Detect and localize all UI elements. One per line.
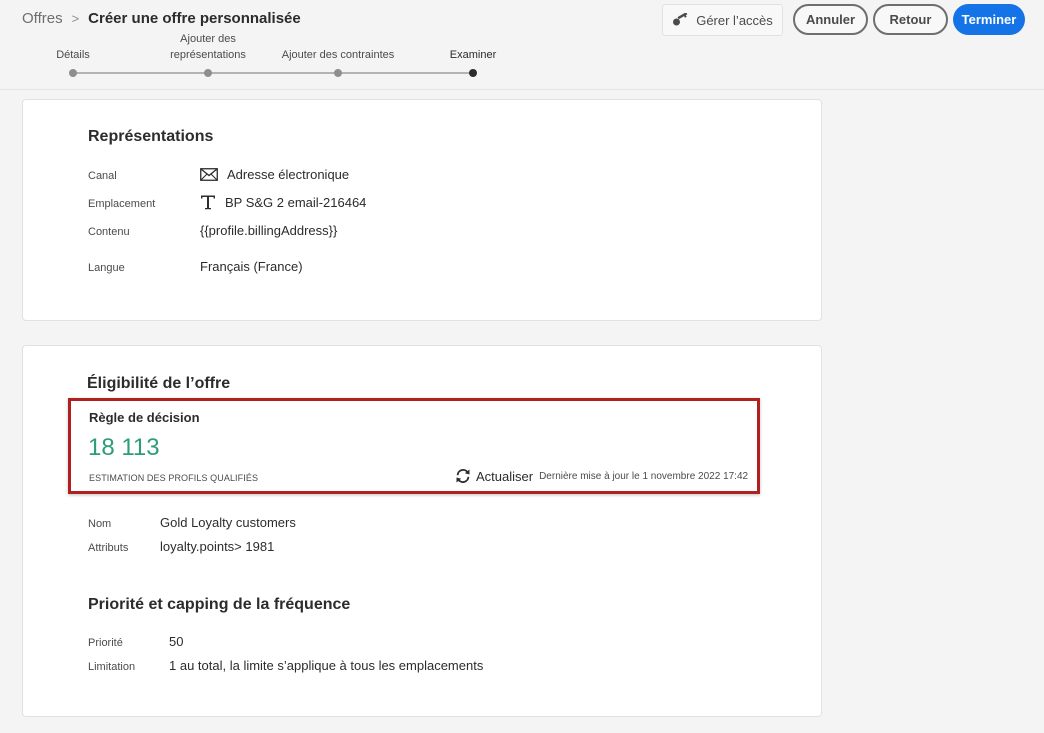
channel-text: Adresse électronique <box>227 167 350 182</box>
refresh-control: Actualiser Dernière mise à jour le 1 nov… <box>455 468 748 484</box>
step-details-label[interactable]: Détails <box>13 47 133 63</box>
channel-label: Canal <box>88 170 117 182</box>
breadcrumb: Offres > Créer une offre personnalisée <box>22 10 301 27</box>
capping-label: Limitation <box>88 661 136 673</box>
manage-access-label: Gérer l’accès <box>696 12 773 28</box>
finish-button[interactable]: Terminer <box>953 4 1025 35</box>
stepper: Détails Ajouter des représentations Ajou… <box>0 30 560 86</box>
decision-rule-title: Règle de décision <box>89 410 200 425</box>
stepper-track <box>73 72 473 74</box>
rule-name-label: Nom <box>88 518 112 530</box>
eligibility-title: Éligibilité de l’offre <box>87 375 231 392</box>
step-details-dot[interactable] <box>69 69 77 77</box>
content-label: Contenu <box>88 226 130 238</box>
breadcrumb-offres-link[interactable]: Offres <box>22 10 63 27</box>
top-bar: Offres > Créer une offre personnalisée G… <box>0 0 1044 90</box>
step-representations-line2: représentations <box>170 49 246 61</box>
content-value: {{profile.billingAddress}} <box>200 223 338 238</box>
manage-access-button[interactable]: Gérer l’accès <box>662 4 783 36</box>
placement-label: Emplacement <box>88 198 156 210</box>
placement-text: BP S&G 2 email-216464 <box>225 194 367 210</box>
key-icon <box>673 13 688 26</box>
eligibility-card: Éligibilité de l’offre Règle de décision… <box>22 345 822 717</box>
step-representations-line1: Ajouter des <box>180 33 236 45</box>
step-representations-dot[interactable] <box>204 69 212 77</box>
rule-attributes-label: Attributs <box>88 542 129 554</box>
capping-value: 1 au total, la limite s’applique à tous … <box>169 658 484 673</box>
decision-rule-panel: Règle de décision 18 113 ESTIMATION DES … <box>68 398 760 494</box>
step-constraints-label[interactable]: Ajouter des contraintes <box>278 47 398 63</box>
qualified-profiles-caption: ESTIMATION DES PROFILS QUALIFIÉS <box>89 473 259 483</box>
rule-name-value: Gold Loyalty customers <box>160 515 296 530</box>
page-title: Créer une offre personnalisée <box>88 10 301 27</box>
language-value: Français (France) <box>200 259 303 274</box>
step-representations-label[interactable]: Ajouter des représentations <box>148 31 268 63</box>
last-update-text: Dernière mise à jour le 1 novembre 2022 … <box>539 470 749 482</box>
step-review-dot[interactable] <box>469 69 477 77</box>
priority-value: 50 <box>169 634 184 649</box>
rule-attributes-value: loyalty.points> 1981 <box>160 539 275 554</box>
cancel-button[interactable]: Annuler <box>793 4 868 35</box>
step-review-label[interactable]: Examiner <box>413 47 533 63</box>
text-icon <box>201 195 215 210</box>
envelope-icon <box>200 168 218 181</box>
chevron-right-icon: > <box>71 11 80 26</box>
language-label: Langue <box>88 262 125 274</box>
channel-value: Adresse électronique <box>200 167 349 182</box>
placement-value: BP S&G 2 email-216464 <box>200 194 366 210</box>
representations-title: Représentations <box>88 128 214 145</box>
refresh-button[interactable]: Actualiser <box>476 469 533 484</box>
step-constraints-dot[interactable] <box>334 69 342 77</box>
representations-card: Représentations Canal Adresse électroniq… <box>22 99 822 321</box>
priority-title: Priorité et capping de la fréquence <box>88 596 351 613</box>
back-button[interactable]: Retour <box>873 4 948 35</box>
qualified-profiles-count: 18 113 <box>88 434 160 461</box>
refresh-icon[interactable] <box>455 468 471 484</box>
priority-label: Priorité <box>88 637 123 649</box>
